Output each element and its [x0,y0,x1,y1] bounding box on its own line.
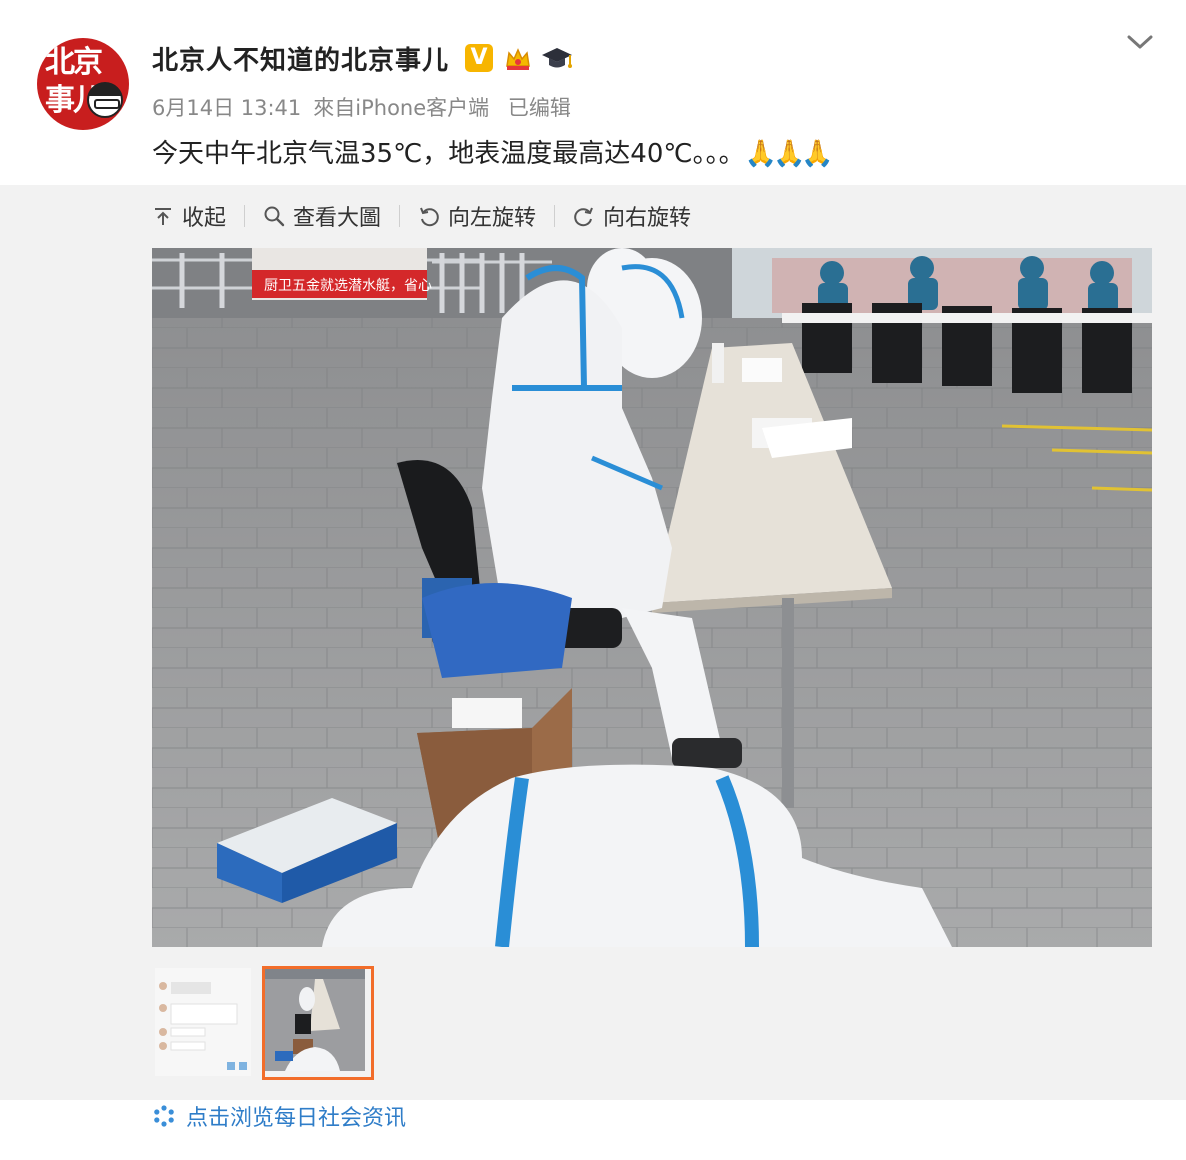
rotate-left-label: 向左旋转 [448,206,537,231]
toolbar-divider [399,205,401,227]
rotate-right-button[interactable]: 向右旋转 [573,200,691,232]
graduation-cap-icon [540,44,574,74]
crown-icon [503,44,533,74]
collapse-icon [155,208,171,225]
post-source[interactable]: 來自iPhone客户端 [313,96,489,120]
chat-screenshot-thumb[interactable] [155,968,251,1076]
asterisk-icon [154,1105,174,1127]
photo-illustration: 厨卫五金就选潜水艇，省心 [152,248,1152,947]
chevron-down-icon[interactable] [1126,30,1154,54]
user-name[interactable]: 北京人不知道的北京事儿 [152,40,449,77]
toolbar-divider [554,205,556,227]
post-header: 北京事儿 北京人不知道的北京事儿 V 6月14日 13:41 來自iPhone客户… [0,0,1186,185]
post-body: 今天中午北京气温35℃，地表温度最高达40℃。。。 [152,139,745,169]
edited-label[interactable]: 已编辑 [508,96,571,120]
media-toolbar: 收起 查看大圖 向左旋转 向右旋转 [152,200,691,232]
avatar-face-icon [87,82,123,118]
rotate-right-icon [574,207,593,227]
post-text: 今天中午北京气温35℃，地表温度最高达40℃。。。🙏🙏🙏 [152,133,834,170]
view-large-label: 查看大圖 [293,206,382,231]
daily-news-link[interactable]: 点击浏览每日社会资讯 [152,1100,406,1132]
search-icon [264,206,285,227]
post-date[interactable]: 6月14日 13:41 [152,96,301,120]
thumb-1-image [155,968,251,1076]
collapse-label: 收起 [182,206,227,231]
main-photo[interactable]: 厨卫五金就选潜水艇，省心 [152,248,1152,947]
view-large-button[interactable]: 查看大圖 [263,200,381,232]
collapse-button[interactable]: 收起 [152,200,226,232]
rotate-right-label: 向右旋转 [603,206,692,231]
pray-emoji-icon: 🙏🙏🙏 [744,139,834,169]
avatar[interactable]: 北京事儿 [37,38,129,130]
post-meta: 6月14日 13:41 來自iPhone客户端 已编辑 [152,92,583,122]
banner-text: 厨卫五金就选潜水艇，省心 [264,278,432,294]
rotate-left-icon [420,207,439,227]
verified-badge-icon: V [465,44,493,72]
daily-news-label: 点击浏览每日社会资讯 [186,1106,407,1131]
street-photo-thumb[interactable] [262,966,374,1080]
rotate-left-button[interactable]: 向左旋转 [418,200,536,232]
thumb-2-image [265,969,365,1071]
toolbar-divider [244,205,246,227]
